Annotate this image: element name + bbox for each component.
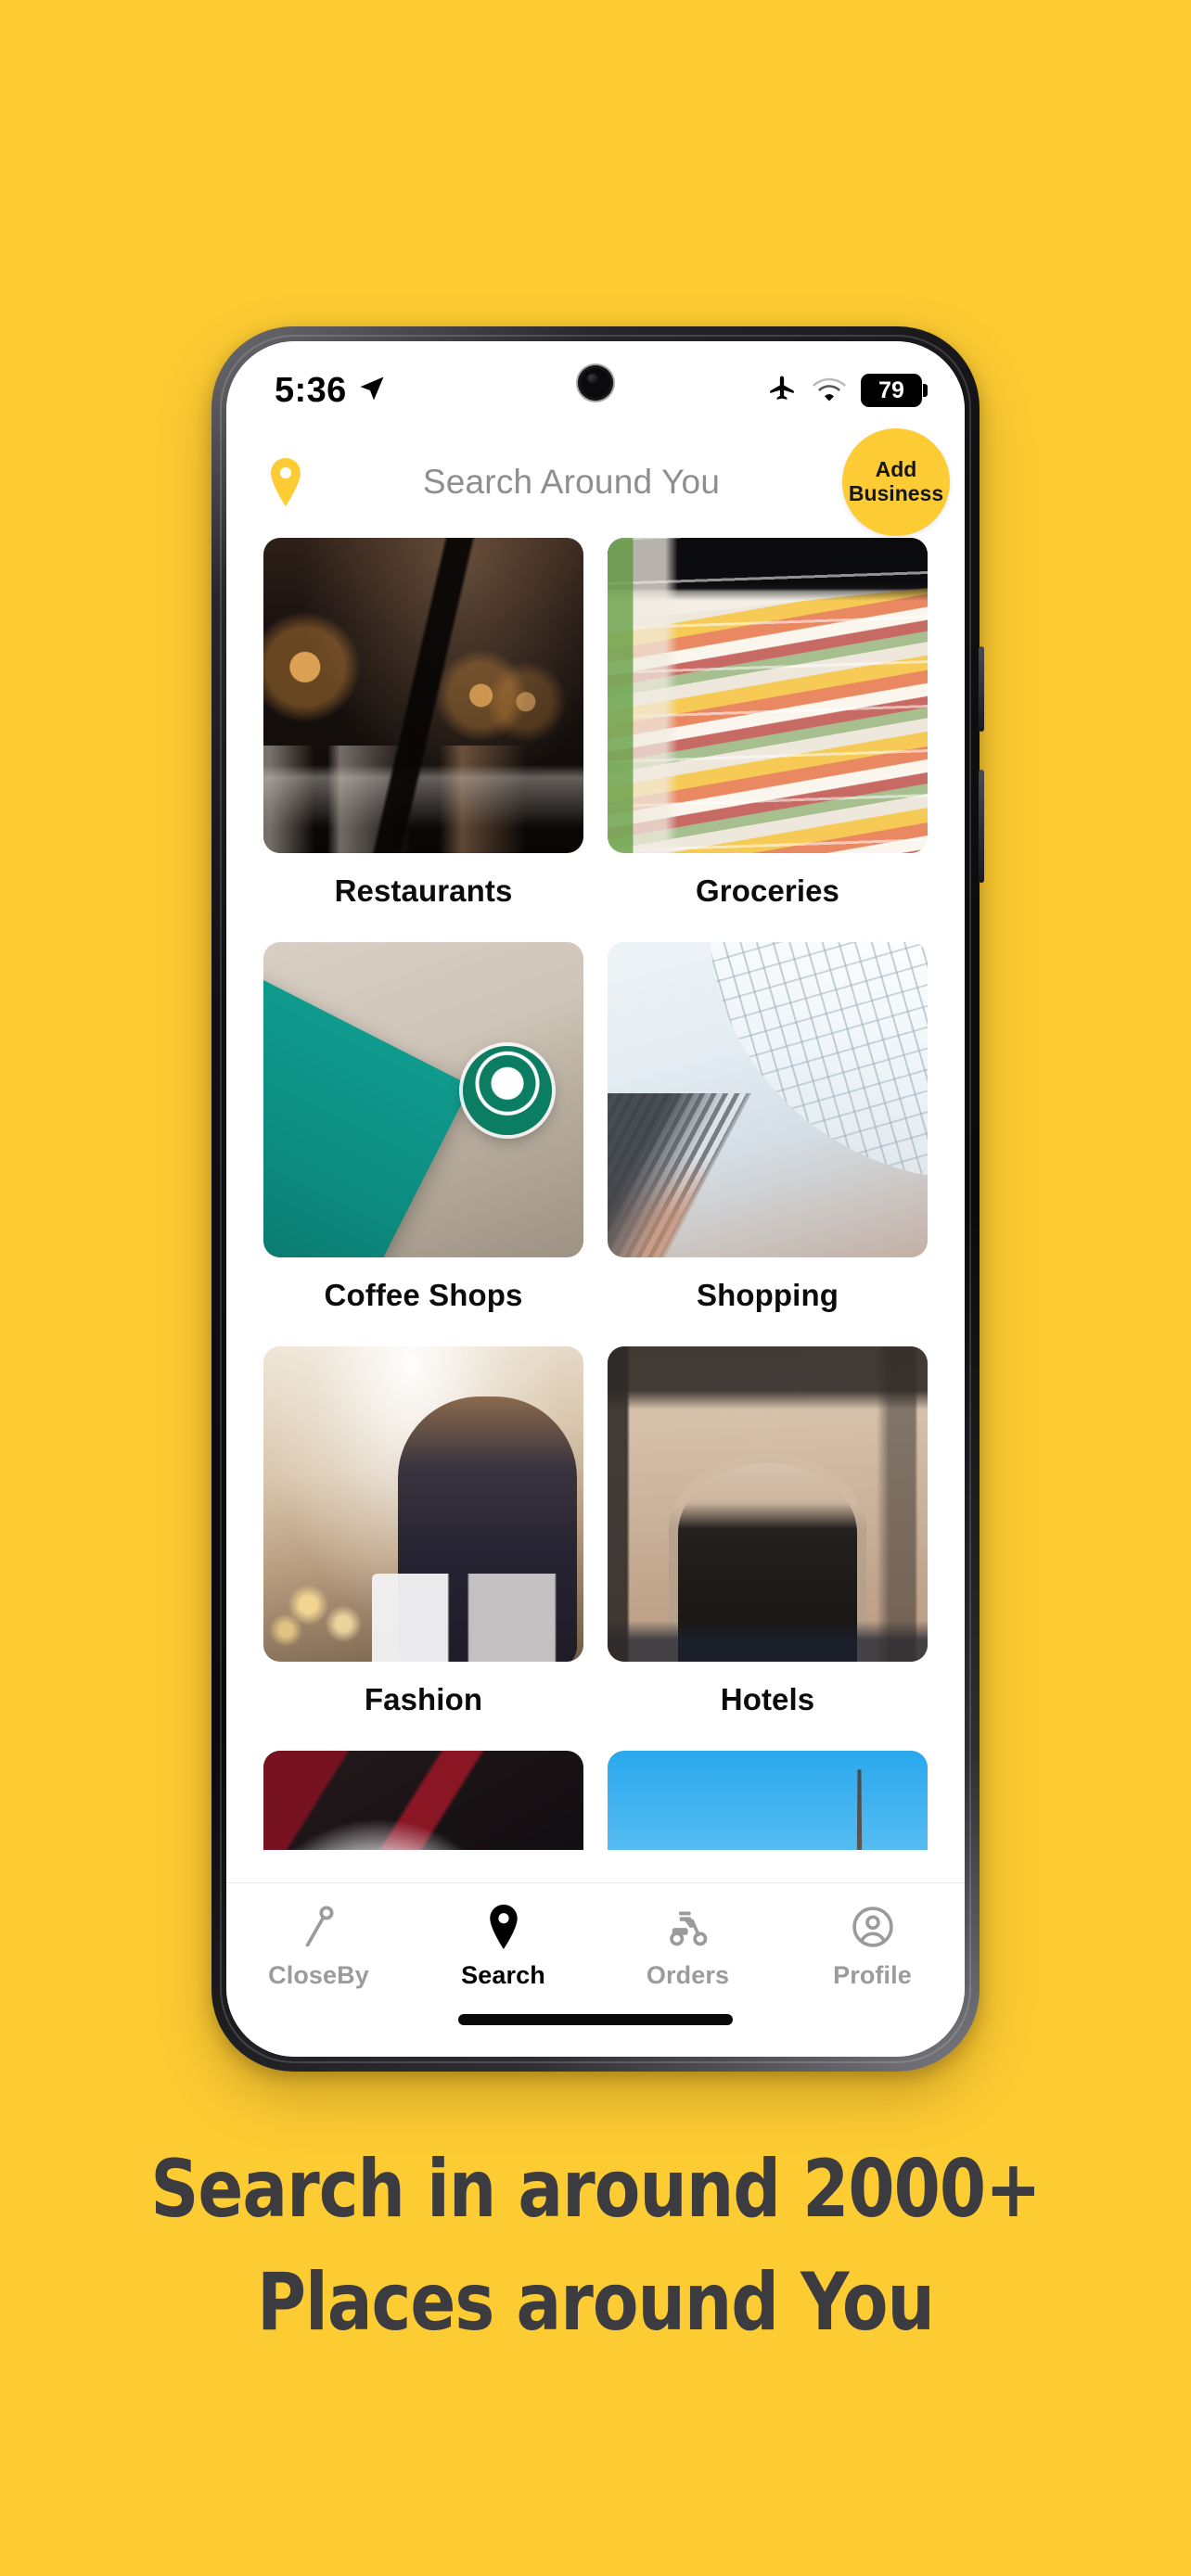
category-label-coffee-shops: Coffee Shops — [324, 1278, 523, 1312]
category-card[interactable]: Coffee Shops — [263, 942, 583, 1346]
status-bar-right: 79 — [766, 373, 928, 409]
category-thumbnail-groceries[interactable] — [608, 538, 928, 853]
salon-beauty-photo — [263, 1751, 583, 1850]
category-card[interactable]: Groceries — [608, 538, 928, 942]
battery-percentage: 79 — [878, 376, 904, 403]
wifi-icon — [813, 376, 846, 406]
category-label-groceries: Groceries — [696, 874, 839, 908]
category-grid: Restaurants Groceries Coffee Shops Shopp… — [263, 538, 928, 1850]
nav-label-closeby: CloseBy — [268, 1961, 369, 1989]
category-thumbnail-salon[interactable] — [263, 1751, 583, 1850]
add-business-button[interactable]: Add Business — [842, 428, 950, 536]
phone-screen: 5:36 79 Search Around You Add Business R… — [226, 341, 965, 2057]
location-pin-icon — [485, 1904, 522, 1950]
category-thumbnail-fashion[interactable] — [263, 1346, 583, 1662]
category-card[interactable]: Hotels — [608, 1346, 928, 1751]
category-label-restaurants: Restaurants — [334, 874, 513, 908]
category-card-partial[interactable] — [263, 1751, 583, 1850]
status-bar: 5:36 79 — [226, 341, 965, 427]
eiffel-tower-photo — [608, 1751, 928, 1850]
power-button[interactable] — [979, 646, 984, 732]
nav-item-search[interactable]: Search — [411, 1904, 596, 1990]
status-bar-clock: 5:36 — [275, 371, 347, 410]
map-needle-icon — [299, 1904, 339, 1950]
restaurant-interior-photo — [263, 538, 583, 853]
add-business-line2: Business — [848, 481, 944, 505]
nav-label-profile: Profile — [833, 1961, 912, 1989]
category-label-shopping: Shopping — [697, 1278, 839, 1312]
fashion-shopper-photo — [263, 1346, 583, 1662]
add-business-line1: Add — [875, 457, 917, 482]
user-circle-icon — [852, 1904, 894, 1950]
add-business-label: Add Business — [848, 457, 944, 506]
starbucks-storefront-photo — [263, 942, 583, 1257]
category-thumbnail-hotels[interactable] — [608, 1346, 928, 1662]
volume-button[interactable] — [979, 770, 984, 883]
shopping-mall-photo — [608, 942, 928, 1257]
home-indicator[interactable] — [458, 2014, 733, 2025]
category-card[interactable]: Shopping — [608, 942, 928, 1346]
battery-indicator: 79 — [861, 374, 928, 407]
category-grid-scroll-area[interactable]: Restaurants Groceries Coffee Shops Shopp… — [226, 538, 965, 1850]
status-bar-left: 5:36 — [275, 373, 386, 408]
category-thumbnail-coffee-shops[interactable] — [263, 942, 583, 1257]
category-thumbnail-travel[interactable] — [608, 1751, 928, 1850]
category-card[interactable]: Restaurants — [263, 538, 583, 942]
category-label-fashion: Fashion — [364, 1682, 483, 1716]
delivery-scooter-icon — [664, 1904, 712, 1950]
front-camera-punch-hole — [578, 365, 613, 401]
nav-item-profile[interactable]: Profile — [780, 1904, 965, 1990]
category-label-hotels: Hotels — [720, 1682, 815, 1716]
caption-line-1: Search in around 2000+ — [150, 2143, 1041, 2236]
montecarlo-hotel-photo — [608, 1346, 928, 1662]
nav-item-closeby[interactable]: CloseBy — [226, 1904, 411, 1990]
nav-item-orders[interactable]: Orders — [596, 1904, 780, 1990]
phone-device-frame: 5:36 79 Search Around You Add Business R… — [211, 326, 984, 2072]
grocery-aisle-photo — [608, 538, 928, 853]
navigation-arrow-icon — [358, 375, 386, 407]
category-thumbnail-shopping[interactable] — [608, 942, 928, 1257]
airplane-mode-icon — [766, 373, 798, 409]
marketing-caption: Search in around 2000+ Places around You — [96, 2133, 1096, 2359]
category-card[interactable]: Fashion — [263, 1346, 583, 1751]
category-card-partial[interactable] — [608, 1751, 928, 1850]
category-thumbnail-restaurants[interactable] — [263, 538, 583, 853]
app-header: Search Around You Add Business — [226, 427, 965, 538]
bottom-navigation-bar: CloseBy Search Orders Profile — [226, 1882, 965, 2057]
page-title: Search Around You — [422, 463, 721, 501]
nav-label-orders: Orders — [646, 1961, 730, 1989]
caption-line-2: Places around You — [257, 2256, 935, 2350]
nav-label-search: Search — [461, 1961, 545, 1989]
